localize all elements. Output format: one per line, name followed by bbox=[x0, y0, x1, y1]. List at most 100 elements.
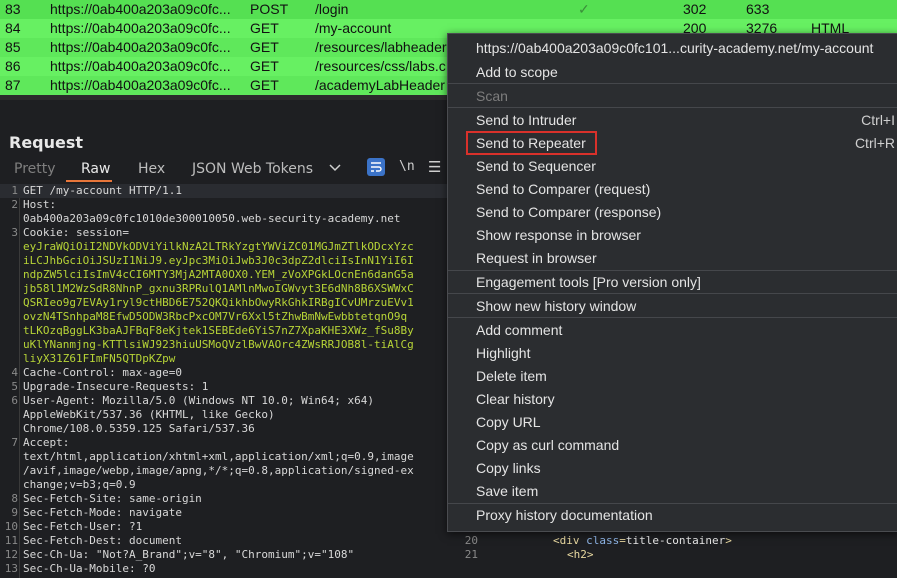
request-editor[interactable]: 1 GET /my-account HTTP/1.1 2 Host: 0ab400a20… bbox=[0, 184, 447, 578]
menu-item-send-to-sequencer[interactable]: Send to Sequencer bbox=[476, 158, 596, 174]
code-line: 12 Sec-Ch-Ua: "Not?A_Brand";v="8", "Chrom… bbox=[0, 548, 447, 562]
menu-item-scan[interactable]: Scan bbox=[476, 88, 508, 104]
show-newlines-icon[interactable]: \n bbox=[399, 159, 415, 174]
code-text: GET /my-account HTTP/1.1 bbox=[23, 184, 182, 197]
row-url: /resources/css/labs.c bbox=[315, 58, 446, 74]
menu-item-copy-as-curl-command[interactable]: Copy as curl command bbox=[476, 437, 619, 453]
row-url: /login bbox=[315, 1, 349, 17]
code-text: Sec-Fetch-Site: same-origin bbox=[23, 492, 202, 505]
code-text: text/html,application/xhtml+xml,applicat… bbox=[23, 450, 414, 463]
code-line: Chrome/108.0.5359.125 Safari/537.36 bbox=[0, 422, 447, 436]
row-edited-check-icon: ✓ bbox=[578, 1, 590, 17]
menu-item-url[interactable]: https://0ab400a203a09c0fc101...curity-ac… bbox=[476, 40, 873, 56]
line-number: 3 bbox=[11, 226, 18, 239]
cookie-value: ovzN4TSnhpaM8EfwD5ODW3RbcPxcOM7Vr6Xxl5tZ… bbox=[23, 310, 408, 323]
menu-item-send-to-intruder[interactable]: Send to Intruder bbox=[476, 112, 576, 128]
code-line: change;v=b3;q=0.9 bbox=[0, 478, 447, 492]
line-number: 11 bbox=[4, 534, 18, 547]
line-number: 9 bbox=[11, 506, 18, 519]
tab-json-web-tokens[interactable]: JSON Web Tokens bbox=[192, 161, 313, 177]
table-row[interactable]: 83 https://0ab400a203a09c0fc... POST /lo… bbox=[0, 0, 897, 19]
menu-item-copy-url[interactable]: Copy URL bbox=[476, 414, 541, 430]
tab-hex[interactable]: Hex bbox=[138, 161, 165, 177]
code-line: 3 Cookie: session= bbox=[0, 226, 447, 240]
cookie-value: jb58l1M2WzSdR8NhnP_gxnu3RPRulQ1AMlnMwoIG… bbox=[23, 282, 414, 295]
cookie-value: eyJraWQiOiI2NDVkODViYilkNzA2LTRkYzgtYWVi… bbox=[23, 240, 414, 253]
request-panel: Request Pretty Raw Hex JSON Web Tokens \… bbox=[0, 100, 447, 578]
menu-item-copy-links[interactable]: Copy links bbox=[476, 460, 541, 476]
code-text: Sec-Fetch-User: ?1 bbox=[23, 520, 143, 533]
row-host: https://0ab400a203a09c0fc... bbox=[50, 39, 231, 55]
menu-item-request-in-browser[interactable]: Request in browser bbox=[476, 250, 597, 266]
row-status: 302 bbox=[683, 1, 707, 17]
menu-shortcut: Ctrl+I bbox=[861, 112, 895, 128]
code-text: Chrome/108.0.5359.125 Safari/537.36 bbox=[23, 422, 255, 435]
menu-item-delete-item[interactable]: Delete item bbox=[476, 368, 547, 384]
hamburger-menu-icon[interactable]: ☰ bbox=[428, 158, 441, 176]
row-number: 83 bbox=[5, 1, 21, 17]
row-host: https://0ab400a203a09c0fc... bbox=[50, 58, 231, 74]
code-text: User-Agent: Mozilla/5.0 (Windows NT 10.0… bbox=[23, 394, 374, 407]
menu-item-add-to-scope[interactable]: Add to scope bbox=[476, 64, 558, 80]
code-line: 6 User-Agent: Mozilla/5.0 (Windows NT 10.… bbox=[0, 394, 447, 408]
line-number: 12 bbox=[4, 548, 18, 561]
row-url: /resources/labheader bbox=[315, 39, 447, 55]
row-method: GET bbox=[250, 77, 279, 93]
code-line: 13 Sec-Ch-Ua-Mobile: ?0 bbox=[0, 562, 447, 576]
code-line: tLKOzqBggLK3baAJFBqF8eKjtek1SEBEde6YiS7n… bbox=[0, 324, 447, 338]
code-line: iLCJhbGciOiJSUzI1NiJ9.eyJpc3MiOiJwb3J0c3… bbox=[0, 254, 447, 268]
menu-item-send-to-comparer-request[interactable]: Send to Comparer (request) bbox=[476, 181, 650, 197]
tab-pretty[interactable]: Pretty bbox=[14, 161, 56, 177]
row-url: /my-account bbox=[315, 20, 392, 36]
code-text: Accept: bbox=[23, 436, 70, 449]
menu-item-save-item[interactable]: Save item bbox=[476, 483, 538, 499]
menu-separator bbox=[448, 503, 897, 504]
code-text: Upgrade-Insecure-Requests: 1 bbox=[23, 380, 209, 393]
code-line: 5 Upgrade-Insecure-Requests: 1 bbox=[0, 380, 447, 394]
code-text: Host: bbox=[23, 198, 57, 211]
code-line: 11 Sec-Fetch-Dest: document bbox=[0, 534, 447, 548]
line-number: 10 bbox=[4, 520, 18, 533]
row-method: POST bbox=[250, 1, 289, 17]
row-number: 87 bbox=[5, 77, 21, 93]
code-text: Sec-Ch-Ua: "Not?A_Brand";v="8", "Chromiu… bbox=[23, 548, 355, 561]
menu-item-engagement-tools-pro-version-only[interactable]: Engagement tools [Pro version only] bbox=[476, 274, 701, 290]
row-method: GET bbox=[250, 39, 279, 55]
cookie-value: uKlYNanmjng-KTTlsiWJ923hiuUSMoQVzlBwVAOr… bbox=[23, 338, 414, 351]
line-number: 5 bbox=[11, 380, 18, 393]
code-text: Sec-Fetch-Dest: document bbox=[23, 534, 182, 547]
menu-item-send-to-comparer-response[interactable]: Send to Comparer (response) bbox=[476, 204, 661, 220]
row-url: /academyLabHeader bbox=[315, 77, 445, 93]
menu-item-show-response-in-browser[interactable]: Show response in browser bbox=[476, 227, 641, 243]
active-tab-indicator bbox=[66, 180, 112, 182]
code-line: 7 Accept: bbox=[0, 436, 447, 450]
menu-item-add-comment[interactable]: Add comment bbox=[476, 322, 562, 338]
code-line: ovzN4TSnhpaM8EfwD5ODW3RbcPxcOM7Vr6Xxl5tZ… bbox=[0, 310, 447, 324]
menu-separator bbox=[448, 317, 897, 318]
menu-item-proxy-history-documentation[interactable]: Proxy history documentation bbox=[476, 507, 653, 523]
line-number: 1 bbox=[11, 184, 18, 197]
row-method: GET bbox=[250, 20, 279, 36]
cookie-value: ndpZW5lciIsImV4cCI6MTY3MjA2MTA0OX0.YEM_z… bbox=[23, 268, 414, 281]
wrap-lines-icon[interactable] bbox=[367, 158, 385, 176]
code-line: 1 GET /my-account HTTP/1.1 bbox=[0, 184, 447, 198]
line-number: 6 bbox=[11, 394, 18, 407]
code-line: ndpZW5lciIsImV4cCI6MTY3MjA2MTA0OX0.YEM_z… bbox=[0, 268, 447, 282]
menu-item-highlight[interactable]: Highlight bbox=[476, 345, 530, 361]
menu-separator bbox=[448, 107, 897, 108]
line-number: 13 bbox=[4, 562, 18, 575]
menu-item-send-to-repeater[interactable]: Send to Repeater bbox=[476, 135, 586, 151]
code-line: 8 Sec-Fetch-Site: same-origin bbox=[0, 492, 447, 506]
menu-item-clear-history[interactable]: Clear history bbox=[476, 391, 555, 407]
code-text: Sec-Fetch-Mode: navigate bbox=[23, 506, 182, 519]
cookie-value: liyX31Z61FImFN5QTDpKZpw bbox=[23, 352, 176, 365]
code-line: /avif,image/webp,image/apng,*/*;q=0.8,ap… bbox=[0, 464, 447, 478]
code-line: liyX31Z61FImFN5QTDpKZpw bbox=[0, 352, 447, 366]
tab-raw[interactable]: Raw bbox=[81, 161, 110, 177]
menu-item-show-new-history-window[interactable]: Show new history window bbox=[476, 298, 636, 314]
row-method: GET bbox=[250, 58, 279, 74]
code-text: /avif,image/webp,image/apng,*/*;q=0.8,ap… bbox=[23, 464, 414, 477]
code-line: uKlYNanmjng-KTTlsiWJ923hiuUSMoQVzlBwVAOr… bbox=[0, 338, 447, 352]
code-line: 10 Sec-Fetch-User: ?1 bbox=[0, 520, 447, 534]
chevron-down-icon[interactable] bbox=[329, 161, 341, 175]
